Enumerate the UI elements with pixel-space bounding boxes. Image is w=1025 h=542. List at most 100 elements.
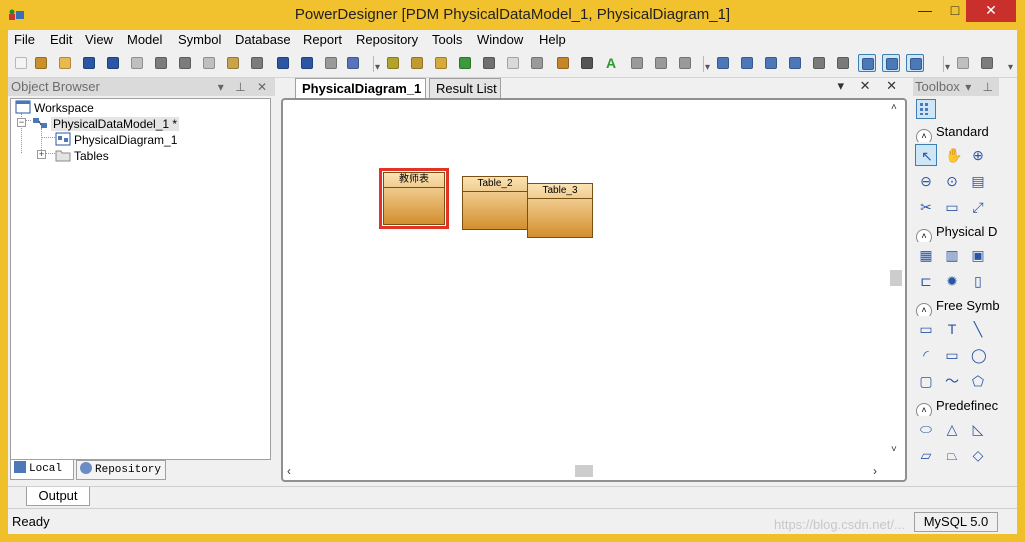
reference-tool-button[interactable]: ⊏ xyxy=(915,270,937,292)
tab-local[interactable]: Local xyxy=(10,460,74,480)
new-button[interactable] xyxy=(12,54,30,72)
scroll-right-icon[interactable]: › xyxy=(873,464,877,478)
grabber-button[interactable]: ✋ xyxy=(941,144,963,166)
tree-collapse-icon[interactable]: − xyxy=(17,118,26,127)
tree-node-tables[interactable]: Tables xyxy=(55,148,109,163)
collapse-group-icon[interactable]: ˄ xyxy=(916,403,932,416)
menu-window[interactable]: Window xyxy=(477,32,523,47)
text-tool-button[interactable]: T xyxy=(941,318,963,340)
zoom-out-button[interactable]: ⊖ xyxy=(915,170,937,192)
zoom-window-button[interactable] xyxy=(858,54,876,72)
view-tool-button[interactable]: ▥ xyxy=(941,244,963,266)
triangle-shape-button[interactable]: △ xyxy=(941,418,963,440)
tile-button[interactable] xyxy=(810,54,828,72)
parallelogram-shape-button[interactable]: ▱ xyxy=(915,444,937,466)
menu-database[interactable]: Database xyxy=(235,32,291,47)
rounded-shape-button[interactable]: ⬭ xyxy=(915,418,937,440)
link-button[interactable]: ⤢ xyxy=(967,196,989,218)
file-tool-button[interactable]: ▯ xyxy=(967,270,989,292)
diamond-shape-button[interactable]: ◇ xyxy=(967,444,989,466)
open-package-button[interactable]: ⊙ xyxy=(941,170,963,192)
toolbox-group-header[interactable]: ˄ Physical D xyxy=(913,222,999,242)
align-back-button[interactable] xyxy=(652,54,670,72)
line-tool-button[interactable]: ╲ xyxy=(967,318,989,340)
menu-report[interactable]: Report xyxy=(303,32,342,47)
align-left-button[interactable] xyxy=(628,54,646,72)
horizontal-scrollbar[interactable]: ‹ › xyxy=(285,464,887,478)
maximize-button[interactable]: □ xyxy=(942,0,968,22)
collapse-group-icon[interactable]: ˄ xyxy=(916,303,932,316)
scroll-thumb[interactable] xyxy=(575,465,593,477)
menu-view[interactable]: View xyxy=(85,32,113,47)
toolbox-scrollbar[interactable] xyxy=(999,96,1013,486)
toolbox-group-header[interactable]: ˄ Standard xyxy=(913,122,999,142)
report-print-button[interactable] xyxy=(978,54,996,72)
tree-node-model[interactable]: PhysicalDataModel_1 * xyxy=(32,116,180,131)
text-color-button[interactable]: A xyxy=(602,54,620,72)
toolbar-overflow-icon[interactable]: ▾ xyxy=(1008,62,1013,73)
pointer-tool-button[interactable] xyxy=(578,54,596,72)
arc-tool-button[interactable]: ◜ xyxy=(915,344,937,366)
cascade-button[interactable] xyxy=(786,54,804,72)
tab-physical-diagram[interactable]: PhysicalDiagram_1 xyxy=(295,78,426,98)
package-button[interactable] xyxy=(384,54,402,72)
tree-expand-icon[interactable]: + xyxy=(37,150,46,159)
brush-button[interactable] xyxy=(554,54,572,72)
diagram-canvas[interactable]: 教师表 Table_2 Table_3 xyxy=(285,102,887,460)
tab-result-list[interactable]: Result List xyxy=(429,78,501,98)
menu-file[interactable]: File xyxy=(14,32,35,47)
pane-controls[interactable]: ▾ ⊥ ✕ xyxy=(218,78,271,96)
dbms-indicator[interactable]: MySQL 5.0 xyxy=(914,512,998,532)
new-package-button[interactable] xyxy=(408,54,426,72)
scroll-left-icon[interactable]: ‹ xyxy=(287,464,291,478)
menu-tools[interactable]: Tools xyxy=(432,32,462,47)
toolbox-group-header[interactable]: ˄ Predefinec xyxy=(913,396,999,416)
rectangle-tool-button[interactable]: ▭ xyxy=(941,344,963,366)
menu-model[interactable]: Model xyxy=(127,32,162,47)
menu-repository[interactable]: Repository xyxy=(356,32,418,47)
new-project-button[interactable] xyxy=(32,54,50,72)
list-view-button[interactable] xyxy=(714,54,732,72)
copy-button[interactable] xyxy=(200,54,218,72)
polyline-tool-button[interactable]: 〜 xyxy=(941,370,963,392)
pointer-button[interactable]: ↖ xyxy=(915,144,937,166)
report-preview-button[interactable] xyxy=(954,54,972,72)
menu-edit[interactable]: Edit xyxy=(50,32,72,47)
output-window-button[interactable] xyxy=(882,54,900,72)
tree-node-workspace[interactable]: Workspace xyxy=(15,100,94,115)
tab-controls[interactable]: ▾ ✕ ✕ xyxy=(837,78,903,94)
delete-tool-button[interactable]: ✂ xyxy=(915,196,937,218)
print-button[interactable] xyxy=(152,54,170,72)
tab-output[interactable]: Output xyxy=(26,487,90,506)
collapse-group-icon[interactable]: ˄ xyxy=(916,229,932,242)
find-button[interactable] xyxy=(432,54,450,72)
diagram-view-button[interactable] xyxy=(834,54,852,72)
properties-button[interactable] xyxy=(322,54,340,72)
large-icons-view-icon[interactable] xyxy=(916,99,936,119)
toolbox-group-header[interactable]: ˄ Free Symb xyxy=(913,296,999,316)
check-model-button[interactable] xyxy=(344,54,362,72)
symbol-format-button[interactable] xyxy=(504,54,522,72)
undo-button[interactable] xyxy=(274,54,292,72)
scroll-thumb[interactable] xyxy=(890,270,902,286)
toolbar-overflow-icon[interactable]: ▾ xyxy=(375,62,380,73)
delete-button[interactable] xyxy=(248,54,266,72)
table-symbol[interactable]: Table_3 xyxy=(527,183,593,238)
save-all-button[interactable] xyxy=(104,54,122,72)
scroll-down-icon[interactable]: ˅ xyxy=(891,444,897,455)
tab-repository[interactable]: Repository xyxy=(76,460,166,480)
object-tree[interactable]: Workspace − PhysicalDataModel_1 * Physic… xyxy=(10,98,271,460)
close-button[interactable]: ✕ xyxy=(966,0,1016,22)
ellipse-tool-button[interactable]: ◯ xyxy=(967,344,989,366)
collapse-group-icon[interactable]: ˄ xyxy=(916,129,932,142)
menu-symbol[interactable]: Symbol xyxy=(178,32,221,47)
print-preview-button[interactable] xyxy=(128,54,146,72)
procedure-tool-button[interactable]: ▣ xyxy=(967,244,989,266)
trapezoid-shape-button[interactable]: ⏢ xyxy=(941,444,963,466)
pane-controls[interactable]: ▾ ⊥ xyxy=(965,78,997,96)
table-symbol[interactable]: 教师表 xyxy=(383,172,445,225)
polygon-tool-button[interactable]: ⬠ xyxy=(967,370,989,392)
properties-tool-button[interactable]: ▤ xyxy=(967,170,989,192)
zoom-in-button[interactable]: ⊕ xyxy=(967,144,989,166)
trigger-tool-button[interactable]: ✹ xyxy=(941,270,963,292)
